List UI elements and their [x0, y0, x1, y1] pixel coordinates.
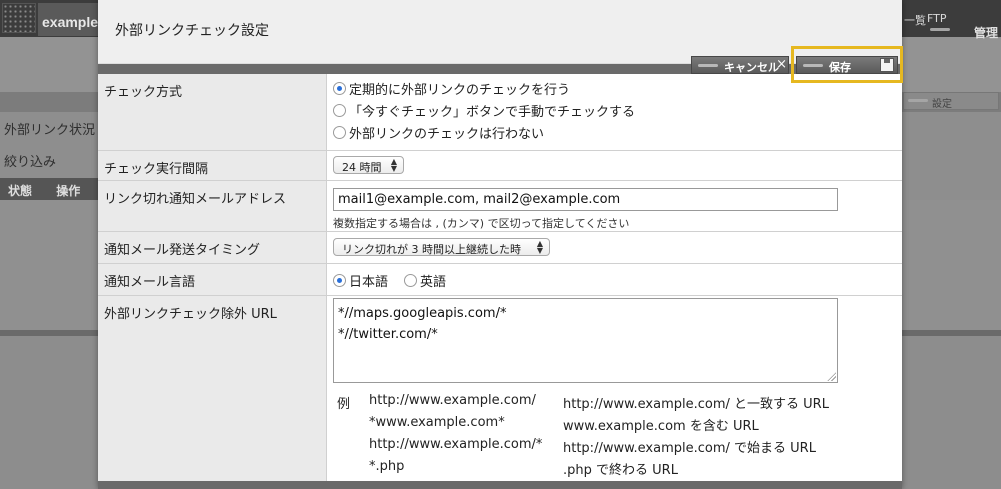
dialog-footer-bar	[98, 481, 902, 489]
select-arrows-icon: ▲ ▼	[390, 157, 397, 173]
row-interval: チェック実行間隔 24 時間 ▲ ▼	[98, 150, 902, 180]
cancel-label: キャンセル	[724, 61, 779, 74]
interval-field: 24 時間 ▲ ▼	[333, 156, 404, 174]
save-label: 保存	[829, 61, 851, 74]
check-method-options: 定期的に外部リンクのチェックを行う 「今すぐチェック」ボタンで手動でチェックする…	[333, 77, 635, 143]
radio-english-label: 英語	[420, 274, 447, 290]
row-email: リンク切れ通知メールアドレス mail1@example.com, mail2@…	[98, 180, 902, 231]
exclude-url-field: *//maps.googleapis.com/* *//twitter.com/…	[333, 298, 838, 383]
radio-periodic[interactable]: 定期的に外部リンクのチェックを行う	[333, 77, 635, 99]
example-pattern: http://www.example.com/*	[369, 437, 543, 452]
example-meaning: www.example.com を含む URL	[563, 419, 759, 434]
cancel-button[interactable]: キャンセル ×	[691, 56, 789, 74]
bg-ftp-pill-icon	[930, 28, 950, 31]
bg-settings-button: 設定	[903, 92, 999, 110]
bg-row-label: 外部リンク状況	[4, 123, 96, 138]
check-method-label: チェック方式	[98, 74, 327, 150]
save-pill-icon	[803, 64, 823, 67]
radio-manual[interactable]: 「今すぐチェック」ボタンで手動でチェックする	[333, 99, 635, 121]
radio-english-dot[interactable]	[404, 273, 418, 287]
cancel-pill-icon	[698, 64, 718, 67]
bg-row-label: 絞り込み	[4, 155, 57, 170]
email-field[interactable]: mail1@example.com, mail2@example.com	[333, 188, 838, 211]
bg-settings-pill-icon	[908, 99, 928, 102]
examples-marker: 例	[337, 397, 351, 412]
radio-none-label: 外部リンクのチェックは行わない	[349, 126, 545, 142]
radio-english[interactable]: 英語	[404, 269, 446, 291]
row-check-method: チェック方式 定期的に外部リンクのチェックを行う 「今すぐチェック」ボタンで手動…	[98, 74, 902, 150]
row-exclude-url: 外部リンクチェック除外 URL *//maps.googleapis.com/*…	[98, 295, 902, 481]
exclude-url-line: *//maps.googleapis.com/*	[338, 306, 507, 321]
radio-periodic-label: 定期的に外部リンクのチェックを行う	[349, 82, 571, 98]
example-meaning: .php で終わる URL	[563, 463, 678, 478]
email-label: リンク切れ通知メールアドレス	[98, 181, 327, 231]
timing-value: リンク切れが 3 時間以上継続した時	[342, 243, 521, 256]
radio-none[interactable]: 外部リンクのチェックは行わない	[333, 121, 635, 143]
example-pattern: *.php	[369, 459, 405, 474]
resize-grip-icon[interactable]	[827, 372, 836, 381]
radio-manual-dot[interactable]	[333, 103, 346, 117]
bg-settings-label: 設定	[932, 99, 952, 110]
select-arrows-icon: ▲ ▼	[536, 239, 543, 255]
radio-japanese[interactable]: 日本語	[333, 269, 388, 291]
bg-table-header: 状態 操作	[0, 178, 100, 200]
email-field-group: mail1@example.com, mail2@example.com 複数指…	[333, 188, 838, 231]
radio-manual-label: 「今すぐチェック」ボタンで手動でチェックする	[349, 104, 636, 120]
example-pattern: http://www.example.com/	[369, 393, 536, 408]
exclude-url-label: 外部リンクチェック除外 URL	[98, 296, 327, 481]
bg-manage-link: 管理	[974, 26, 999, 40]
timing-select[interactable]: リンク切れが 3 時間以上継続した時 ▲ ▼	[333, 238, 550, 256]
app-brand: example	[38, 3, 100, 36]
dialog-title: 外部リンクチェック設定	[115, 23, 269, 39]
bg-list-link: 一覧	[904, 14, 926, 27]
example-pattern: *www.example.com*	[369, 415, 505, 430]
radio-periodic-dot[interactable]	[333, 81, 346, 95]
row-language: 通知メール言語 日本語 英語	[98, 263, 902, 295]
exclude-url-textarea[interactable]: *//maps.googleapis.com/* *//twitter.com/…	[333, 298, 838, 383]
example-meaning: http://www.example.com/ で始まる URL	[563, 441, 816, 456]
exclude-url-line: *//twitter.com/*	[338, 327, 438, 342]
interval-value: 24 時間	[342, 161, 382, 174]
close-icon[interactable]: ×	[776, 57, 787, 72]
interval-label: チェック実行間隔	[98, 151, 327, 180]
timing-field: リンク切れが 3 時間以上継続した時 ▲ ▼	[333, 238, 550, 256]
timing-label: 通知メール発送タイミング	[98, 232, 327, 263]
bg-ftp-link: FTP	[927, 12, 947, 25]
radio-japanese-dot[interactable]	[333, 273, 346, 287]
interval-select[interactable]: 24 時間 ▲ ▼	[333, 156, 404, 174]
radio-japanese-label: 日本語	[349, 274, 389, 290]
radio-none-dot[interactable]	[333, 125, 346, 139]
row-timing: 通知メール発送タイミング リンク切れが 3 時間以上継続した時 ▲ ▼	[98, 231, 902, 263]
bg-col-actions: 操作	[56, 184, 81, 198]
language-options: 日本語 英語	[333, 269, 446, 291]
email-hint: 複数指定する場合は , (カンマ) で区切って指定してください	[333, 217, 630, 230]
example-meaning: http://www.example.com/ と一致する URL	[563, 397, 829, 412]
floppy-disk-icon	[880, 58, 894, 72]
bg-col-status: 状態	[8, 184, 33, 198]
save-button[interactable]: 保存	[796, 56, 898, 74]
language-label: 通知メール言語	[98, 264, 327, 295]
external-link-settings-dialog: 外部リンクチェック設定 キャンセル × 保存 チェック方式 定期的に外部リンクの…	[98, 0, 903, 489]
app-menu-grid-icon	[2, 3, 36, 33]
